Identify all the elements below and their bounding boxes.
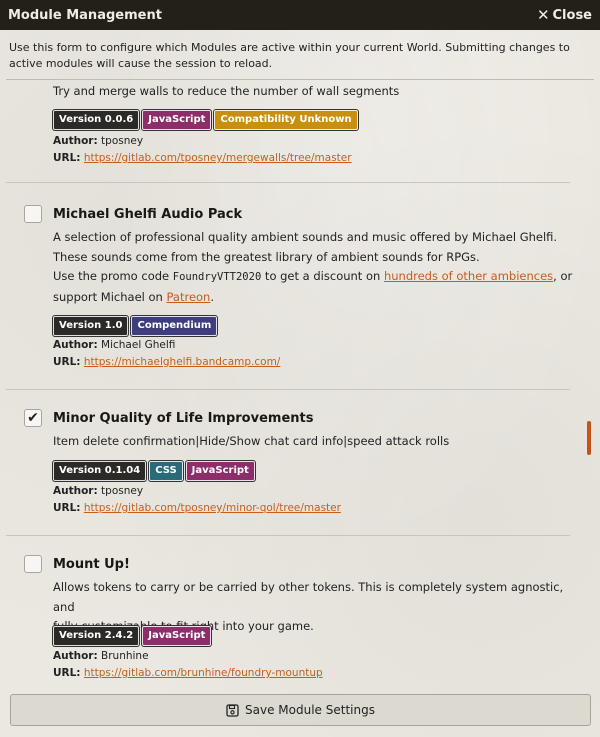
module-author: Author: Brunhine bbox=[53, 650, 149, 662]
module-checkbox[interactable]: ✔ bbox=[24, 409, 42, 427]
description-line: A selection of professional quality ambi… bbox=[53, 230, 558, 244]
module-separator bbox=[6, 389, 570, 390]
description-line: Allows tokens to carry or be carried by … bbox=[53, 580, 564, 614]
close-button[interactable]: ✕ Close bbox=[536, 5, 592, 24]
promo-line: Use the promo code FoundryVTT2020 to get… bbox=[53, 267, 583, 288]
module-description: A selection of professional quality ambi… bbox=[53, 228, 583, 307]
module-separator bbox=[6, 182, 570, 183]
author-value: tposney bbox=[101, 135, 144, 147]
save-disk-icon bbox=[226, 703, 239, 717]
module-url-link[interactable]: https://gitlab.com/tposney/minor-qol/tre… bbox=[84, 502, 341, 514]
patreon-link[interactable]: Patreon bbox=[167, 290, 211, 304]
url-label: URL: bbox=[53, 502, 81, 514]
javascript-tag: JavaScript bbox=[142, 110, 212, 130]
window-titlebar[interactable]: Module Management ✕ Close bbox=[0, 0, 600, 30]
promo-code: FoundryVTT2020 bbox=[172, 271, 262, 283]
module-tags: Version 1.0 Compendium bbox=[53, 316, 218, 336]
promo-text: to get a discount on bbox=[261, 269, 384, 283]
promo-text: Use the promo code bbox=[53, 269, 173, 283]
window-title: Module Management bbox=[8, 7, 162, 23]
url-label: URL: bbox=[53, 356, 81, 368]
javascript-tag: JavaScript bbox=[142, 626, 212, 646]
version-tag: Version 2.4.2 bbox=[53, 626, 140, 646]
author-value: Brunhine bbox=[101, 650, 149, 662]
compatibility-tag: Compatibility Unknown bbox=[214, 110, 358, 130]
module-title: Minor Quality of Life Improvements bbox=[53, 411, 314, 426]
support-text: . bbox=[210, 289, 215, 304]
module-url-link[interactable]: https://gitlab.com/brunhine/foundry-moun… bbox=[84, 667, 323, 679]
module-checkbox[interactable] bbox=[24, 205, 42, 223]
module-author: Author: tposney bbox=[53, 135, 143, 147]
author-label: Author: bbox=[53, 135, 98, 147]
save-label: Save Module Settings bbox=[245, 703, 375, 717]
check-icon: ✔ bbox=[27, 410, 39, 426]
author-label: Author: bbox=[53, 650, 98, 662]
module-author: Author: tposney bbox=[53, 485, 143, 497]
module-tags: Version 0.1.04 CSS JavaScript bbox=[53, 461, 255, 481]
module-checkbox[interactable] bbox=[24, 555, 42, 573]
module-url: URL: https://gitlab.com/brunhine/foundry… bbox=[53, 667, 323, 679]
author-label: Author: bbox=[53, 485, 98, 497]
url-label: URL: bbox=[53, 667, 81, 679]
module-url-link[interactable]: https://gitlab.com/tposney/mergewalls/tr… bbox=[84, 152, 352, 164]
javascript-tag: JavaScript bbox=[185, 461, 255, 481]
support-line: support Michael on Patreon. bbox=[53, 288, 583, 308]
support-text: support Michael on bbox=[53, 289, 167, 304]
close-label: Close bbox=[552, 7, 592, 23]
save-module-settings-button[interactable]: Save Module Settings bbox=[10, 694, 591, 726]
module-url: URL: https://gitlab.com/tposney/mergewal… bbox=[53, 152, 352, 164]
description-line: These sounds come from the greatest libr… bbox=[53, 249, 480, 264]
module-author: Author: Michael Ghelfi bbox=[53, 339, 175, 351]
css-tag: CSS bbox=[149, 461, 183, 481]
intro-text: Use this form to configure which Modules… bbox=[9, 41, 570, 70]
version-tag: Version 1.0 bbox=[53, 316, 129, 336]
module-description: Item delete confirmation|Hide/Show chat … bbox=[53, 434, 450, 448]
module-tags: Version 2.4.2 JavaScript bbox=[53, 626, 212, 646]
module-list[interactable]: Try and merge walls to reduce the number… bbox=[0, 80, 600, 692]
version-tag: Version 0.1.04 bbox=[53, 461, 147, 481]
module-management-window: Module Management ✕ Close Use this form … bbox=[0, 0, 600, 737]
author-label: Author: bbox=[53, 339, 98, 351]
scrollbar-thumb[interactable] bbox=[587, 421, 591, 455]
module-tags: Version 0.0.6 JavaScript Compatibility U… bbox=[53, 110, 358, 130]
author-value: tposney bbox=[101, 485, 144, 497]
url-label: URL: bbox=[53, 152, 81, 164]
version-tag: Version 0.0.6 bbox=[53, 110, 140, 130]
module-url-link[interactable]: https://michaelghelfi.bandcamp.com/ bbox=[84, 356, 281, 368]
module-title: Mount Up! bbox=[53, 557, 130, 572]
module-description: Try and merge walls to reduce the number… bbox=[53, 84, 400, 98]
module-separator bbox=[6, 535, 570, 536]
author-value: Michael Ghelfi bbox=[101, 339, 176, 351]
compendium-tag: Compendium bbox=[131, 316, 218, 336]
module-url: URL: https://gitlab.com/tposney/minor-qo… bbox=[53, 502, 341, 514]
module-title: Michael Ghelfi Audio Pack bbox=[53, 207, 243, 222]
module-url: URL: https://michaelghelfi.bandcamp.com/ bbox=[53, 356, 280, 368]
close-icon: ✕ bbox=[536, 5, 550, 24]
ambiences-link[interactable]: hundreds of other ambiences bbox=[384, 269, 553, 283]
promo-text: , or bbox=[553, 269, 573, 283]
